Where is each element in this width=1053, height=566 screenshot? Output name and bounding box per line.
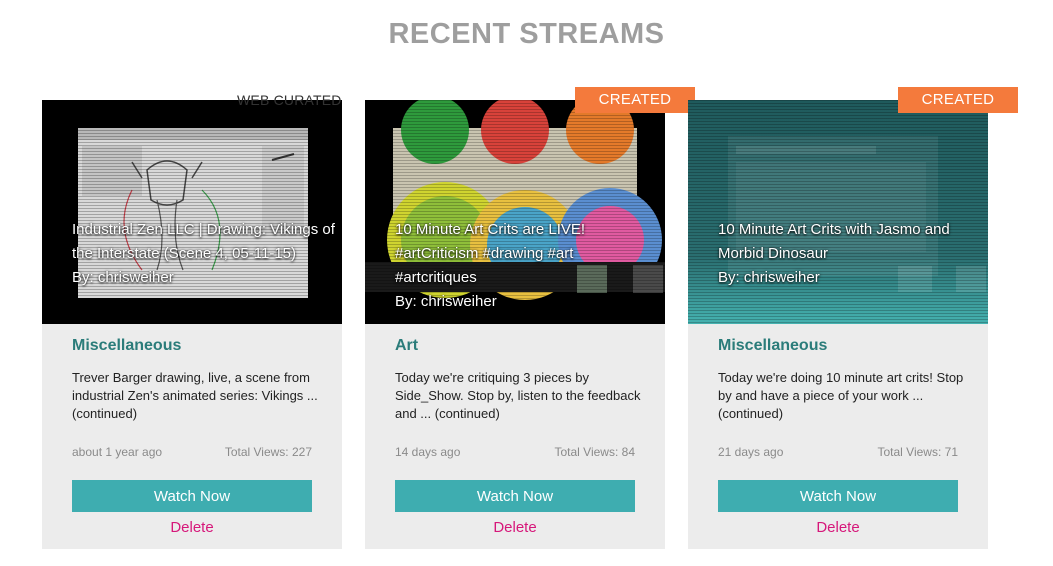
stream-author: By: chrisweiher bbox=[72, 269, 174, 286]
stream-card: 10 Minute Art Crits with Jasmo and Morbi… bbox=[688, 87, 1018, 549]
watch-now-button[interactable]: Watch Now bbox=[718, 480, 958, 512]
stream-title[interactable]: 10 Minute Art Crits are LIVE! #artCritic… bbox=[395, 218, 659, 314]
stream-title-text: 10 Minute Art Crits with Jasmo and Morbi… bbox=[718, 221, 950, 262]
stream-title[interactable]: Industrial Zen LLC | Drawing: Vikings of… bbox=[72, 218, 336, 290]
delete-link[interactable]: Delete bbox=[42, 519, 342, 536]
stream-title-text: 10 Minute Art Crits are LIVE! #artCritic… bbox=[395, 221, 586, 286]
stream-time: about 1 year ago bbox=[72, 445, 163, 459]
watch-now-button[interactable]: Watch Now bbox=[72, 480, 312, 512]
stream-author: By: chrisweiher bbox=[395, 293, 497, 310]
stream-thumbnail[interactable]: 10 Minute Art Crits with Jasmo and Morbi… bbox=[688, 100, 988, 324]
watch-now-button[interactable]: Watch Now bbox=[395, 480, 635, 512]
created-badge: CREATED bbox=[898, 87, 1018, 113]
stream-views: Total Views: 227 bbox=[224, 445, 312, 459]
web-curated-badge: WEB CURATED bbox=[237, 92, 342, 108]
stream-category: Art bbox=[395, 337, 419, 354]
stream-category: Miscellaneous bbox=[718, 337, 828, 354]
stream-views: Total Views: 71 bbox=[877, 445, 959, 459]
delete-link[interactable]: Delete bbox=[688, 519, 988, 536]
stream-thumbnail[interactable]: Industrial Zen LLC | Drawing: Vikings of… bbox=[42, 100, 342, 324]
stream-card: Industrial Zen LLC | Drawing: Vikings of… bbox=[42, 92, 342, 549]
thumbnail-image bbox=[688, 100, 988, 324]
stream-category: Miscellaneous bbox=[72, 337, 182, 354]
delete-link[interactable]: Delete bbox=[365, 519, 665, 536]
stream-thumbnail[interactable]: 10 Minute Art Crits are LIVE! #artCritic… bbox=[365, 100, 665, 324]
stream-description: Today we're doing 10 minute art crits! S… bbox=[718, 370, 964, 421]
stream-time: 21 days ago bbox=[718, 445, 784, 459]
stream-description: Today we're critiquing 3 pieces by Side_… bbox=[395, 370, 641, 421]
stream-card: 10 Minute Art Crits are LIVE! #artCritic… bbox=[365, 87, 695, 549]
thumbnail-image bbox=[42, 100, 342, 324]
page-title: RECENT STREAMS bbox=[388, 18, 665, 50]
created-badge: CREATED bbox=[575, 87, 695, 113]
stream-title-text: Industrial Zen LLC | Drawing: Vikings of… bbox=[72, 221, 335, 262]
stream-views: Total Views: 84 bbox=[554, 445, 636, 459]
stream-author: By: chrisweiher bbox=[718, 269, 820, 286]
stream-time: 14 days ago bbox=[395, 445, 461, 459]
stream-description: Trever Barger drawing, live, a scene fro… bbox=[72, 370, 318, 421]
stream-title[interactable]: 10 Minute Art Crits with Jasmo and Morbi… bbox=[718, 218, 982, 290]
